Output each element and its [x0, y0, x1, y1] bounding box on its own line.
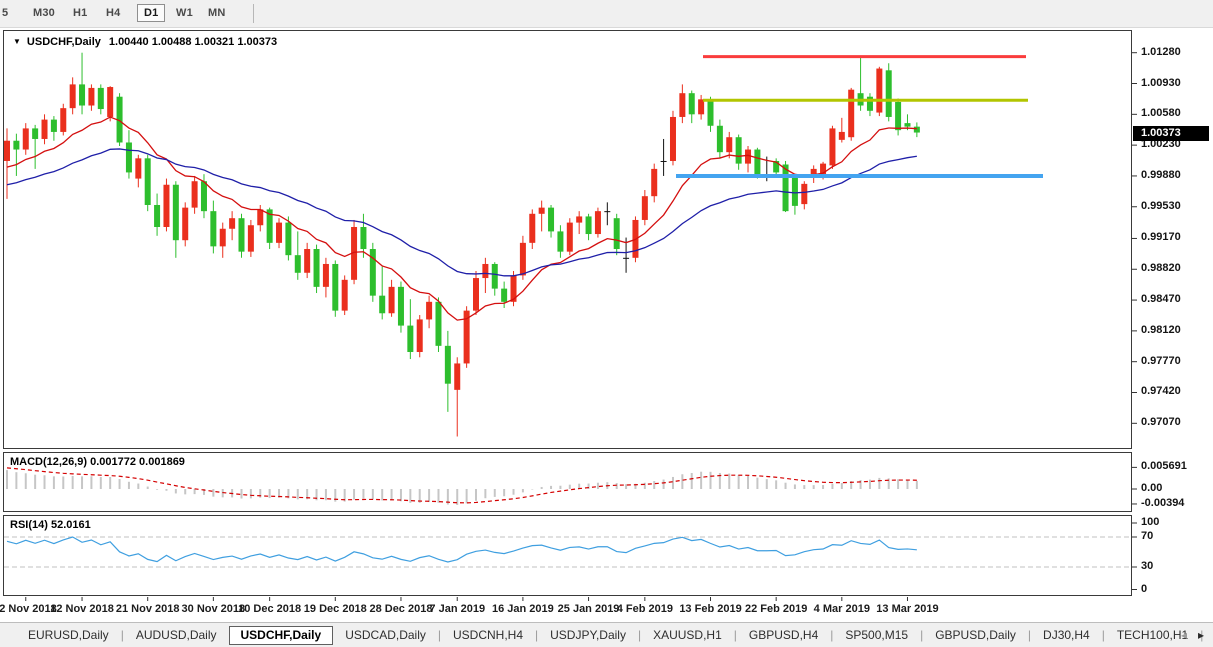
chart-tab-usdcad-daily[interactable]: USDCAD,Daily [333, 628, 438, 642]
tabs-scroll-right-button[interactable]: ▸ [1198, 628, 1204, 642]
terminal-window: 5 M30 H1 H4 D1 W1 MN ▼ USDCHF,Daily 1.00440 1.00… [0, 0, 1213, 647]
price-axis-label: 0.98470 [1141, 293, 1181, 306]
chart-tab-usdchf-daily[interactable]: USDCHF,Daily [228, 625, 334, 645]
rsi-axis-label: 0 [1141, 582, 1148, 595]
macd-main-value: 0.001772 [90, 456, 136, 468]
chart-tab-dj30-h4[interactable]: DJ30,H4 [1031, 628, 1102, 642]
date-axis-label: 16 Jan 2019 [492, 603, 554, 615]
price-axis-label: 0.99880 [1141, 168, 1181, 181]
chart-dropdown-icon: ▼ [13, 37, 21, 46]
price-axis-label: 1.00930 [1141, 76, 1181, 89]
chart-tabs-bar: EURUSD,Daily | AUDUSD,Daily USDCHF,Daily USD… [0, 622, 1213, 647]
rsi-axis-label: 70 [1141, 530, 1154, 542]
rsi-name: RSI(14) [10, 519, 48, 531]
chart-tab-eurusd-daily[interactable]: EURUSD,Daily [16, 628, 121, 642]
date-axis-label: 4 Feb 2019 [616, 603, 673, 615]
chart-tab-usdcnh-h4[interactable]: USDCNH,H4 [441, 628, 535, 642]
price-axis-label: 0.98820 [1141, 262, 1181, 275]
price-axis-label: 1.00580 [1141, 107, 1181, 120]
timeframe-button-h1[interactable]: H1 [73, 7, 87, 19]
timeframe-button-w1[interactable]: W1 [176, 7, 193, 19]
date-axis-label: 25 Jan 2019 [557, 603, 620, 615]
tabs-scroll-left-button[interactable]: ◂ [1181, 628, 1187, 642]
chart-title: ▼ USDCHF,Daily 1.00440 1.00488 1.00321 1.0… [13, 36, 277, 48]
chart-ohlc-values: 1.00440 1.00488 1.00321 1.00373 [108, 36, 278, 48]
chart-tab-gbpusd-h4[interactable]: GBPUSD,H4 [737, 628, 830, 642]
timeframe-button-mn[interactable]: MN [208, 7, 226, 19]
price-axis-label: 0.99530 [1141, 199, 1181, 212]
price-axis-label: 0.97070 [1141, 416, 1181, 429]
timeframe-button-d1[interactable]: D1 [137, 4, 166, 22]
chart-tab-audusd-daily[interactable]: AUDUSD,Daily [124, 628, 229, 642]
date-axis-label: 12 Nov 2018 [50, 603, 114, 615]
timeframe-button-m30[interactable]: M30 [33, 7, 55, 19]
macd-signal-value: 0.001869 [139, 456, 185, 468]
date-axis-label: 4 Mar 2019 [813, 603, 870, 615]
macd-label: MACD(12,26,9) 0.001772 0.001869 [10, 456, 185, 468]
macd-axis-label: -0.00394 [1141, 496, 1185, 509]
chart-symbol-label: USDCHF,Daily [26, 36, 101, 48]
macd-axis-label: 0.005691 [1141, 460, 1187, 473]
rsi-axis-label: 100 [1141, 516, 1160, 528]
chart-tab-sp500-m15[interactable]: SP500,M15 [833, 628, 920, 642]
timeframe-toolbar: 5 M30 H1 H4 D1 W1 MN [0, 0, 1213, 28]
macd-axis-label: 0.00 [1141, 482, 1163, 494]
date-axis-label: 30 Nov 2018 [181, 603, 246, 615]
price-axis-label: 0.99170 [1141, 231, 1181, 244]
rsi-value: 52.0161 [50, 519, 91, 531]
date-axis-label: 22 Feb 2019 [744, 603, 808, 615]
date-axis-label: 10 Dec 2018 [238, 603, 302, 615]
rsi-axis-label: 30 [1141, 560, 1154, 572]
date-axis-label: 13 Feb 2019 [679, 603, 742, 615]
chart-tab-ukc[interactable]: UKC [1203, 628, 1213, 642]
main-chart-panel[interactable] [3, 30, 1132, 449]
rsi-indicator-panel[interactable] [3, 515, 1132, 596]
price-axis-label: 0.98120 [1141, 323, 1181, 336]
current-price-tag: 1.00373 [1133, 125, 1209, 141]
rsi-label: RSI(14) 52.0161 [10, 519, 91, 531]
date-axis-label: 2 Nov 2018 [0, 603, 57, 615]
chart-tab-xauusd-h1[interactable]: XAUUSD,H1 [641, 628, 734, 642]
price-axis-label: 1.01280 [1141, 45, 1181, 58]
date-axis-label: 13 Mar 2019 [876, 603, 939, 615]
timeframe-button-5[interactable]: 5 [2, 7, 8, 19]
date-axis-label: 21 Nov 2018 [115, 603, 180, 615]
chart-tab-gbpusd-daily[interactable]: GBPUSD,Daily [923, 628, 1028, 642]
macd-name: MACD(12,26,9) [10, 456, 88, 468]
chart-tab-usdjpy-daily[interactable]: USDJPY,Daily [538, 628, 638, 642]
date-axis-label: 28 Dec 2018 [369, 603, 433, 615]
date-axis-label: 7 Jan 2019 [429, 603, 486, 615]
price-axis-label: 0.97770 [1141, 354, 1181, 367]
toolbar-separator [253, 4, 254, 23]
timeframe-button-h4[interactable]: H4 [106, 7, 120, 19]
date-axis-label: 19 Dec 2018 [303, 603, 367, 615]
price-axis-label: 0.97420 [1141, 385, 1181, 398]
